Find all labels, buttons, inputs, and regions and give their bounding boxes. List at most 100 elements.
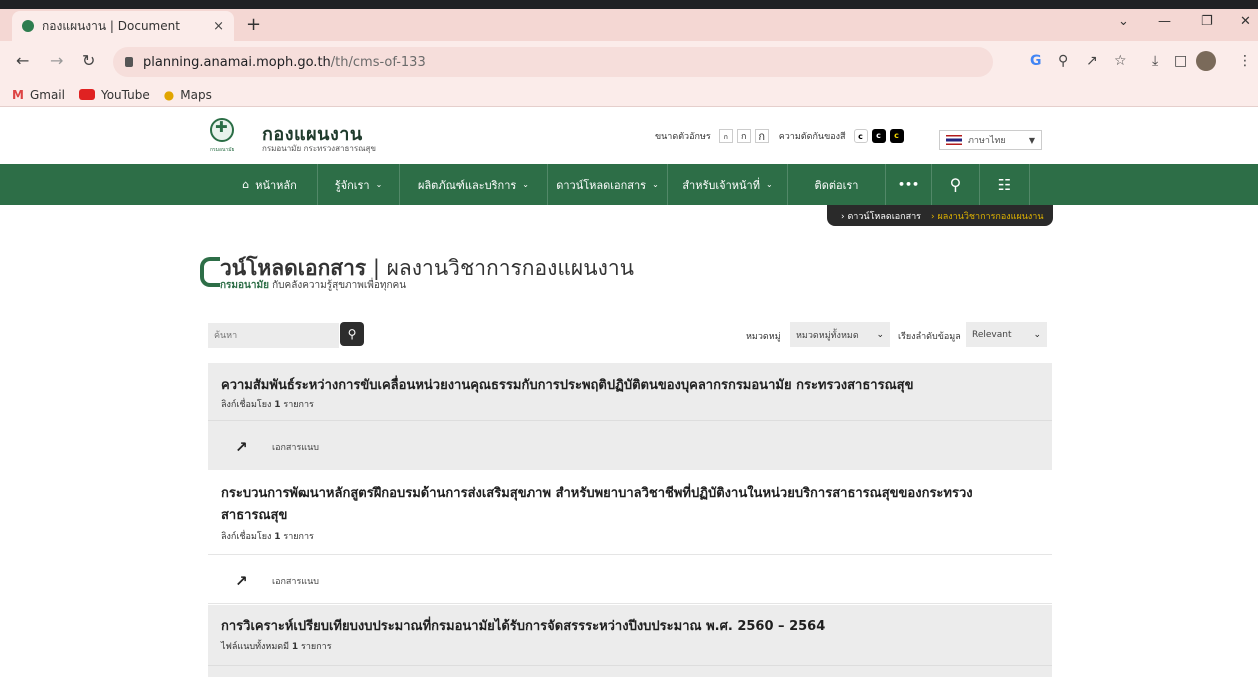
browser-tab[interactable]: กองแผนงาน | Document × <box>12 11 234 41</box>
attachment-row[interactable]: ↗ เอกสารแนบ <box>208 420 1052 470</box>
page-title-main: วน์โหลดเอกสาร <box>220 256 367 280</box>
url-path: /th/cms-of-133 <box>330 54 426 70</box>
chevron-down-icon: ⌄ <box>1033 329 1041 340</box>
tab-close-icon[interactable]: × <box>213 19 224 34</box>
back-icon[interactable]: ← <box>16 51 29 70</box>
lock-icon <box>125 57 133 67</box>
attachment-label[interactable]: เอกสารแนบ <box>272 440 319 454</box>
document-item[interactable]: การวิเคราะห์เปรียบเทียบงบประมาณที่กรมอนา… <box>208 605 1052 665</box>
ministry-logo-icon[interactable] <box>210 118 234 142</box>
contrast-yellow-button[interactable]: c <box>889 129 904 143</box>
bookmark-youtube[interactable]: YouTube <box>78 88 150 102</box>
accessibility-tools: ขนาดตัวอักษร ก ก ก ความตัดกันของสี c c c <box>655 129 904 143</box>
main-navigation: ⌂ หน้าหลัก รู้จักเรา ⌄ ผลิตภัณฑ์และบริกา… <box>0 164 1258 205</box>
address-toolbar: ← → ↻ planning.anamai.moph.go.th /th/cms… <box>0 41 1258 83</box>
font-size-large-button[interactable]: ก <box>754 129 769 143</box>
page-tagline: กรมอนามัย กับคลังความรู้สุขภาพเพื่อทุกคน <box>220 278 406 293</box>
document-item[interactable]: ความสัมพันธ์ระหว่างการขับเคลื่อนหน่วยงาน… <box>208 363 1052 420</box>
nav-more-button[interactable]: ••• <box>885 164 931 205</box>
minimize-icon[interactable]: — <box>1158 14 1171 29</box>
tab-search-chevron-icon[interactable]: ⌄ <box>1118 14 1129 29</box>
language-value: ภาษาไทย <box>968 136 1006 146</box>
new-tab-button[interactable]: + <box>246 14 261 35</box>
sitemap-icon[interactable]: ☷ <box>979 164 1029 205</box>
reload-icon[interactable]: ↻ <box>82 51 95 70</box>
nav-item-about[interactable]: รู้จักเรา ⌄ <box>317 164 399 205</box>
download-icon[interactable]: ⤓ <box>1152 53 1158 69</box>
restore-icon[interactable]: ❐ <box>1201 14 1213 29</box>
document-title-line2[interactable]: สาธารณสุข <box>221 505 287 527</box>
chevron-down-icon: ⌄ <box>652 180 659 189</box>
breadcrumb-item-downloads[interactable]: › ดาวน์โหลดเอกสาร <box>841 209 921 223</box>
close-window-icon[interactable]: ✕ <box>1240 14 1251 29</box>
category-value: หมวดหมู่ทั้งหมด <box>796 330 859 341</box>
nav-divider <box>1029 164 1030 205</box>
document-meta: ลิงก์เชื่อมโยง 1 รายการ <box>221 397 314 411</box>
tab-title: กองแผนงาน | Document <box>42 18 180 33</box>
language-select[interactable]: ภาษาไทย ▼ <box>939 130 1042 150</box>
site-header: กรมอนามัย กองแผนงาน กรมอนามัย กระทรวงสาธ… <box>0 107 1258 164</box>
page-title-separator: | <box>366 256 387 280</box>
nav-search-icon[interactable]: ⚲ <box>931 164 979 205</box>
nav-item-products[interactable]: ผลิตภัณฑ์และบริการ ⌄ <box>399 164 547 205</box>
contrast-dark-button[interactable]: c <box>871 129 886 143</box>
bookmark-star-icon[interactable]: ☆ <box>1114 53 1127 69</box>
google-lens-icon[interactable]: G <box>1030 53 1042 69</box>
font-size-medium-button[interactable]: ก <box>736 129 751 143</box>
bookmark-label: Gmail <box>29 87 65 102</box>
bookmark-maps[interactable]: ● Maps <box>164 88 212 102</box>
url-bar[interactable]: planning.anamai.moph.go.th /th/cms-of-13… <box>113 47 993 77</box>
document-title[interactable]: การวิเคราะห์เปรียบเทียบงบประมาณที่กรมอนา… <box>221 616 825 638</box>
tagline-bold: กรมอนามัย <box>220 280 269 291</box>
contrast-normal-button[interactable]: c <box>853 129 868 143</box>
nav-item-home[interactable]: ⌂ หน้าหลัก <box>222 164 317 205</box>
meta-suffix: รายการ <box>298 642 332 652</box>
contrast-label: ความตัดกันของสี <box>778 132 846 142</box>
share-icon[interactable]: ↗ <box>1086 53 1098 69</box>
attachment-row[interactable]: ↗ เอกสารแนบ <box>208 554 1052 604</box>
attachment-row-partial <box>208 665 1052 677</box>
forward-icon[interactable]: → <box>50 51 63 70</box>
gmail-icon: M <box>12 87 24 102</box>
category-label: หมวดหมู่ <box>746 332 781 342</box>
bookmark-gmail[interactable]: M Gmail <box>12 88 65 102</box>
meta-prefix: ไฟล์แนบทั้งหมดมี <box>221 642 292 652</box>
maps-icon: ● <box>163 87 175 102</box>
bookmarks-bar: M Gmail YouTube ● Maps <box>0 83 1258 107</box>
category-select[interactable]: หมวดหมู่ทั้งหมด ⌄ <box>790 322 890 347</box>
document-item[interactable]: กระบวนการพัฒนาหลักสูตรฝึกอบรมด้านการส่งเ… <box>208 471 1052 554</box>
url-host: planning.anamai.moph.go.th <box>143 54 331 70</box>
youtube-icon <box>78 89 95 100</box>
profile-avatar[interactable] <box>1196 51 1216 71</box>
document-meta: ไฟล์แนบทั้งหมดมี 1 รายการ <box>221 639 332 653</box>
document-title-line1[interactable]: กระบวนการพัฒนาหลักสูตรฝึกอบรมด้านการส่งเ… <box>221 483 973 505</box>
chevron-down-icon: ⌄ <box>375 180 383 189</box>
menu-kebab-icon[interactable]: ⋮ <box>1238 53 1252 69</box>
external-link-icon: ↗ <box>235 438 248 456</box>
document-title[interactable]: ความสัมพันธ์ระหว่างการขับเคลื่อนหน่วยงาน… <box>221 375 913 397</box>
chevron-down-icon: ⌄ <box>522 180 529 189</box>
zoom-icon[interactable]: ⚲ <box>1058 53 1068 69</box>
nav-item-downloads[interactable]: ดาวน์โหลดเอกสาร ⌄ <box>547 164 667 205</box>
bookmark-label: Maps <box>180 87 212 102</box>
external-link-icon: ↗ <box>235 572 248 590</box>
browser-tabbar: กองแผนงาน | Document × + ⌄ — ❐ ✕ <box>0 0 1258 41</box>
nav-item-staff[interactable]: สำหรับเจ้าหน้าที่ ⌄ <box>667 164 787 205</box>
logo-caption: กรมอนามัย <box>210 147 235 153</box>
chevron-down-icon: ⌄ <box>765 180 773 189</box>
meta-suffix: รายการ <box>280 400 314 410</box>
title-decoration <box>200 257 220 287</box>
thai-flag-icon <box>946 135 962 145</box>
page-title-sub: ผลงานวิชาการกองแผนงาน <box>386 256 634 280</box>
attachment-label[interactable]: เอกสารแนบ <box>272 574 319 588</box>
home-icon: ⌂ <box>242 178 250 191</box>
search-button[interactable]: ⚲ <box>340 322 364 346</box>
nav-item-contact[interactable]: ติดต่อเรา <box>787 164 885 205</box>
side-panel-icon[interactable]: □ <box>1174 53 1187 69</box>
meta-prefix: ลิงก์เชื่อมโยง <box>221 532 275 542</box>
font-size-small-button[interactable]: ก <box>718 129 733 143</box>
nav-item-label: สำหรับเจ้าหน้าที่ <box>682 178 760 192</box>
sort-select[interactable]: Relevant ⌄ <box>966 322 1047 347</box>
site-brand-sub: กรมอนามัย กระทรวงสาธารณสุข <box>262 144 376 153</box>
search-input[interactable] <box>208 323 339 348</box>
